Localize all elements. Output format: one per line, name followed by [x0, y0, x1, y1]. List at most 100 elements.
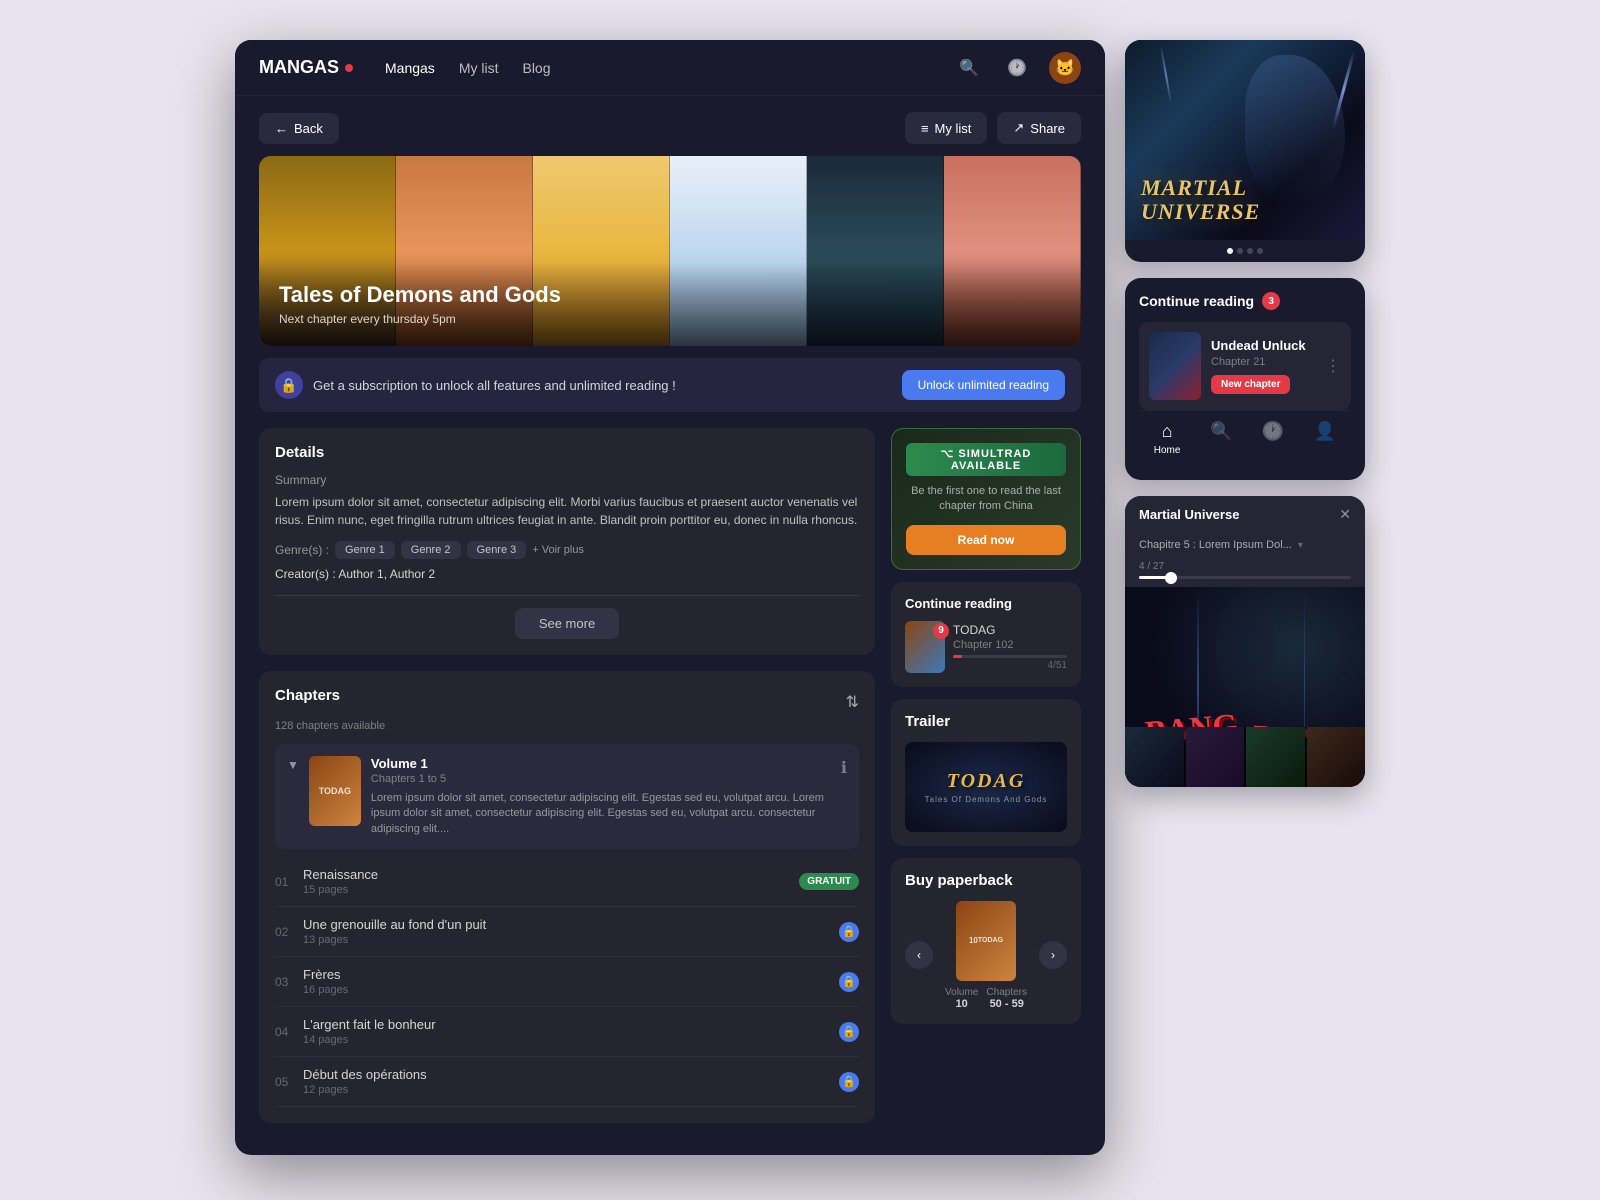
content-area: ← Back ≡ My list ↗ Share — [235, 96, 1105, 1155]
nav-mylist[interactable]: My list — [459, 60, 499, 76]
back-button[interactable]: ← Back — [259, 113, 339, 144]
nav-blog[interactable]: Blog — [522, 60, 550, 76]
chapter-item[interactable]: 05 Début des opérations 12 pages 🔒 — [275, 1057, 859, 1107]
mob-nav-history[interactable]: 🕐 — [1262, 421, 1284, 456]
hero-overlay: Tales of Demons and Gods Next chapter ev… — [259, 262, 1081, 346]
my-list-button[interactable]: ≡ My list — [905, 112, 987, 144]
chapter-pages: 12 pages — [303, 1084, 839, 1096]
cr-mobile-more-icon[interactable]: ⋮ — [1325, 356, 1341, 376]
paperback-cover: 10 TODAG — [956, 901, 1016, 981]
continue-reading-item[interactable]: 9 TODAG Chapter 102 4/51 — [905, 621, 1067, 673]
volume-description: Lorem ipsum dolor sit amet, consectetur … — [371, 791, 831, 837]
pb-volume-info: Volume 10 — [945, 987, 978, 1010]
summary-text: Lorem ipsum dolor sit amet, consectetur … — [275, 493, 859, 529]
back-label: Back — [294, 121, 323, 136]
mob-nav-profile[interactable]: 👤 — [1314, 421, 1336, 456]
cr-mobile-manga-title: Undead Unluck — [1211, 338, 1315, 353]
chapter-info: Début des opérations 12 pages — [303, 1067, 839, 1096]
chapter-locked-badge: 🔒 — [839, 972, 859, 992]
chapter-pages: 15 pages — [303, 884, 799, 896]
details-title: Details — [275, 444, 859, 461]
continue-reading-manga-title: TODAG — [953, 623, 1067, 637]
right-panel: MARTIALUNIVERSE Continue reading 3 Undea… — [1125, 40, 1365, 787]
continue-reading-badge: 9 — [933, 623, 949, 639]
navbar: MANGAS Mangas My list Blog 🔍 🕐 🐱 — [235, 40, 1105, 96]
mu-dot-1[interactable] — [1227, 248, 1233, 254]
home-icon: ⌂ — [1162, 421, 1173, 442]
chapter-number: 01 — [275, 875, 303, 889]
mu-dot-2[interactable] — [1237, 248, 1243, 254]
mu-dot-3[interactable] — [1247, 248, 1253, 254]
volume-number: 10 — [969, 936, 978, 945]
sub-left: 🔒 Get a subscription to unlock all featu… — [275, 371, 676, 399]
simultrad-description: Be the first one to read the last chapte… — [906, 484, 1066, 515]
mu-progress-dot[interactable] — [1165, 572, 1177, 584]
chapter-number: 02 — [275, 925, 303, 939]
left-column: Details Summary Lorem ipsum dolor sit am… — [259, 428, 875, 1139]
chapter-number: 05 — [275, 1075, 303, 1089]
mob-nav-home[interactable]: ⌂ Home — [1154, 421, 1181, 456]
share-button[interactable]: ↗ Share — [997, 112, 1081, 144]
martial-universe-title: MARTIALUNIVERSE — [1141, 176, 1260, 224]
paperback-card: Buy paperback ‹ 10 TODAG Volume — [891, 858, 1081, 1024]
sort-button[interactable]: ⇅ — [846, 692, 859, 712]
chapter-item[interactable]: 01 Renaissance 15 pages GRATUIT — [275, 857, 859, 907]
chapter-item[interactable]: 02 Une grenouille au fond d'un puit 13 p… — [275, 907, 859, 957]
read-now-button[interactable]: Read now — [906, 525, 1066, 555]
chapter-item[interactable]: 03 Frères 16 pages 🔒 — [275, 957, 859, 1007]
history-icon[interactable]: 🕐 — [1001, 52, 1033, 84]
new-chapter-button[interactable]: New chapter — [1211, 375, 1290, 394]
mu-dot-4[interactable] — [1257, 248, 1263, 254]
chapter-free-badge: GRATUIT — [799, 873, 859, 890]
chapter-locked-badge: 🔒 — [839, 922, 859, 942]
mu-reader-page: BANG BANG — [1125, 587, 1365, 787]
genre-tag-1[interactable]: Genre 1 — [335, 541, 395, 559]
martial-universe-card: MARTIALUNIVERSE — [1125, 40, 1365, 262]
creators-value: Author 1, Author 2 — [338, 567, 435, 581]
details-card: Details Summary Lorem ipsum dolor sit am… — [259, 428, 875, 655]
chapter-number: 04 — [275, 1025, 303, 1039]
paperback-book: 10 TODAG Volume 10 Chapters — [941, 901, 1031, 1010]
chapters-title: Chapters — [275, 687, 340, 704]
lock-icon: 🔒 — [275, 371, 303, 399]
share-icon: ↗ — [1013, 120, 1024, 136]
mu-reader-chapter: Chapitre 5 : Lorem Ipsum Dol... ▾ — [1125, 533, 1365, 561]
trailer-thumbnail[interactable]: TODAG Tales Of Demons And Gods — [905, 742, 1067, 832]
mu-reader-header: Martial Universe ✕ — [1125, 496, 1365, 533]
search-icon[interactable]: 🔍 — [953, 52, 985, 84]
thumb-4 — [1307, 727, 1366, 787]
nav-mangas[interactable]: Mangas — [385, 60, 435, 76]
continue-reading-progress-fill — [953, 655, 962, 658]
cr-mobile-item[interactable]: Undead Unluck Chapter 21 New chapter ⋮ — [1139, 322, 1351, 410]
martial-universe-hero: MARTIALUNIVERSE — [1125, 40, 1365, 240]
volume-chevron-icon[interactable]: ▼ — [287, 758, 299, 772]
genre-tag-2[interactable]: Genre 2 — [401, 541, 461, 559]
genre-row: Genre(s) : Genre 1 Genre 2 Genre 3 + Voi… — [275, 541, 859, 559]
unlock-button[interactable]: Unlock unlimited reading — [902, 370, 1065, 400]
mu-progress-label: 4 / 27 — [1139, 561, 1351, 572]
pb-volume-value: 10 — [945, 998, 978, 1010]
sub-text: Get a subscription to unlock all feature… — [313, 378, 676, 393]
trailer-manga-subtitle: Tales Of Demons And Gods — [925, 795, 1048, 804]
mob-nav-search[interactable]: 🔍 — [1210, 421, 1232, 456]
chapter-info: L'argent fait le bonheur 14 pages — [303, 1017, 839, 1046]
volume-info-icon[interactable]: ℹ — [841, 758, 847, 778]
user-avatar[interactable]: 🐱 — [1049, 52, 1081, 84]
carousel-prev-button[interactable]: ‹ — [905, 941, 933, 969]
carousel-next-button[interactable]: › — [1039, 941, 1067, 969]
mu-carousel-dots — [1125, 240, 1365, 262]
see-more-button[interactable]: See more — [515, 608, 619, 639]
chapter-title: Une grenouille au fond d'un puit — [303, 917, 839, 932]
share-label: Share — [1030, 121, 1065, 136]
genre-tag-3[interactable]: Genre 3 — [467, 541, 527, 559]
continue-reading-fraction: 4/51 — [953, 660, 1067, 671]
app-logo[interactable]: MANGAS — [259, 57, 353, 78]
voir-plus-link[interactable]: + Voir plus — [532, 544, 584, 556]
chevron-down-icon[interactable]: ▾ — [1298, 540, 1303, 551]
close-icon[interactable]: ✕ — [1339, 506, 1351, 523]
chapter-locked-badge: 🔒 — [839, 1022, 859, 1042]
back-arrow-icon: ← — [275, 121, 288, 136]
cr-mobile-info: Undead Unluck Chapter 21 New chapter — [1211, 338, 1315, 394]
chapter-item[interactable]: 04 L'argent fait le bonheur 14 pages 🔒 — [275, 1007, 859, 1057]
volume-name: Volume 1 — [371, 756, 831, 771]
